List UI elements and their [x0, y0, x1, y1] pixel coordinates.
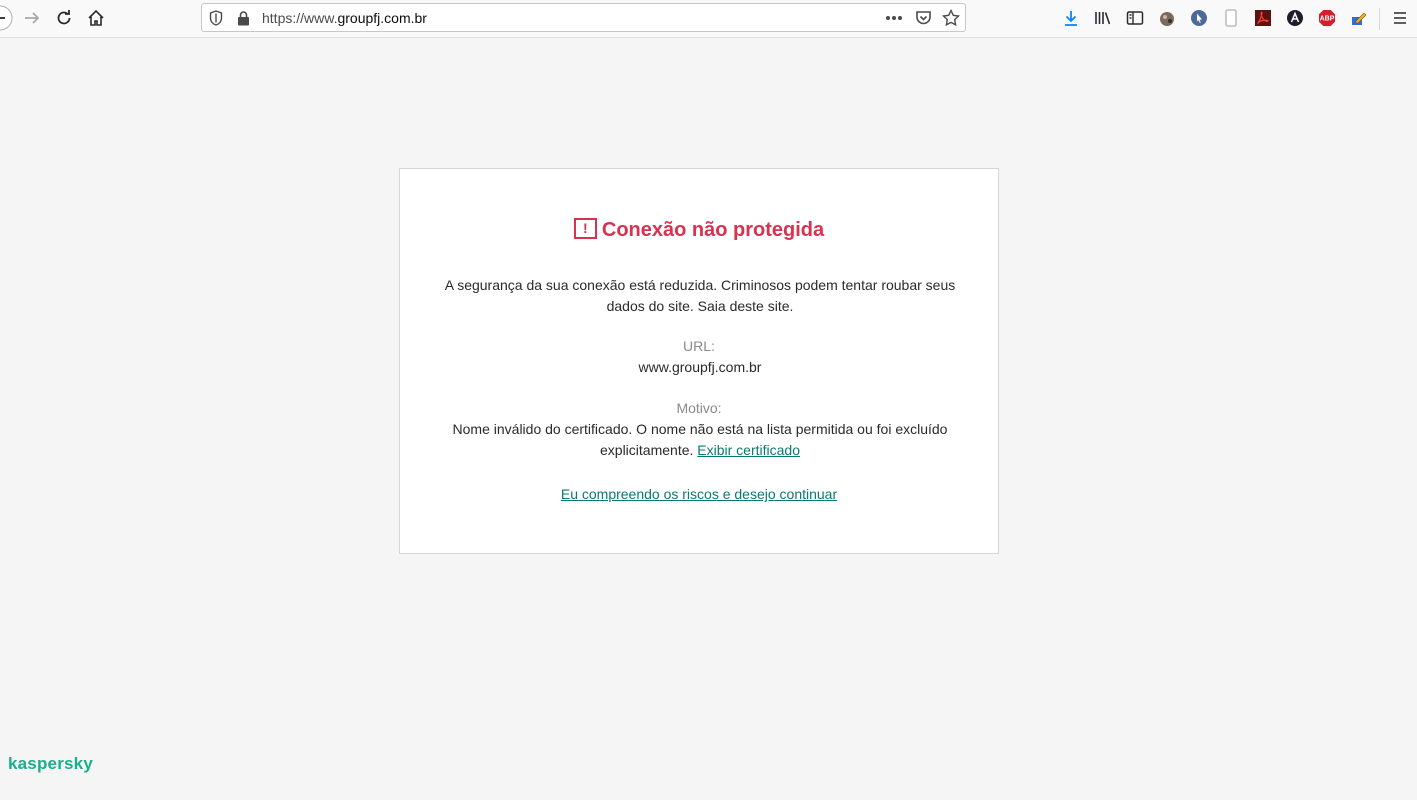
view-certificate-link[interactable]: Exibir certificado: [697, 442, 800, 458]
acrobat-pdf-icon: [1255, 10, 1271, 26]
avatar-extension-icon: [1160, 12, 1174, 26]
reason-block: Nome inválido do certificado. O nome não…: [440, 419, 960, 461]
warning-exclamation-icon: !: [573, 217, 597, 239]
adblock-plus-button[interactable]: ABP: [1313, 5, 1341, 31]
abp-icon: ABP: [1319, 10, 1335, 26]
back-button[interactable]: [0, 5, 14, 31]
library-icon: [1095, 12, 1111, 25]
pocket-button[interactable]: [913, 9, 933, 27]
warning-card: ! Conexão não protegida A segurança da s…: [399, 168, 999, 554]
home-button[interactable]: [82, 5, 110, 31]
hamburger-menu-icon: [1394, 12, 1406, 24]
extension-a-button[interactable]: [1281, 5, 1309, 31]
url-text[interactable]: https://www.groupfj.com.br: [262, 10, 427, 26]
warning-title: Conexão não protegida: [601, 219, 825, 241]
url-scheme: https://www.: [262, 10, 338, 26]
back-arrow-icon: [0, 5, 13, 31]
page-actions-button[interactable]: [884, 9, 904, 27]
warning-description: A segurança da sua conexão está reduzida…: [444, 277, 956, 314]
url-host: groupfj.com.br: [337, 10, 427, 26]
extension-pencil-button[interactable]: [1345, 5, 1373, 31]
forward-arrow-icon: [25, 12, 40, 24]
cursor-extension-icon: [1191, 10, 1207, 26]
abp-label: ABP: [1320, 16, 1335, 23]
home-icon: [88, 9, 104, 26]
kaspersky-logo: kaspersky: [8, 754, 93, 773]
more-horizontal-icon: [886, 16, 902, 20]
tracking-protection-shield-icon[interactable]: [206, 9, 226, 27]
extension-phone-button[interactable]: [1217, 5, 1245, 31]
forward-button[interactable]: [18, 5, 46, 31]
download-arrow-icon: [1065, 11, 1077, 26]
a-letter-extension-icon: [1287, 10, 1303, 26]
downloads-button[interactable]: [1057, 5, 1085, 31]
phone-extension-icon: [1225, 9, 1237, 27]
continue-anyway-link[interactable]: Eu compreendo os riscos e desejo continu…: [561, 486, 837, 502]
reason-label: Motivo:: [676, 400, 722, 416]
sidebar-button[interactable]: [1121, 5, 1149, 31]
star-icon: [942, 9, 960, 27]
lock-icon[interactable]: [233, 9, 253, 27]
url-label: URL:: [683, 338, 715, 354]
extension-pdf-button[interactable]: [1249, 5, 1277, 31]
reload-button[interactable]: [50, 5, 78, 31]
bookmark-star-button[interactable]: [941, 9, 961, 27]
extension-avatar-button[interactable]: [1153, 5, 1181, 31]
menu-button[interactable]: [1386, 5, 1414, 31]
warning-title-row: ! Conexão não protegida: [400, 217, 998, 242]
url-value: www.groupfj.com.br: [638, 359, 762, 375]
library-button[interactable]: [1089, 5, 1117, 31]
toolbar-separator: [1379, 8, 1380, 30]
browser-toolbar: https://www.groupfj.com.br ABP: [0, 0, 1417, 38]
extension-cursor-button[interactable]: [1185, 5, 1213, 31]
pocket-icon: [915, 11, 931, 25]
continue-container: Eu compreendo os riscos e desejo continu…: [400, 484, 998, 505]
reload-icon: [57, 10, 71, 25]
sidebar-icon: [1126, 11, 1144, 25]
address-bar[interactable]: https://www.groupfj.com.br: [201, 3, 966, 32]
pencil-extension-icon: [1352, 12, 1367, 25]
